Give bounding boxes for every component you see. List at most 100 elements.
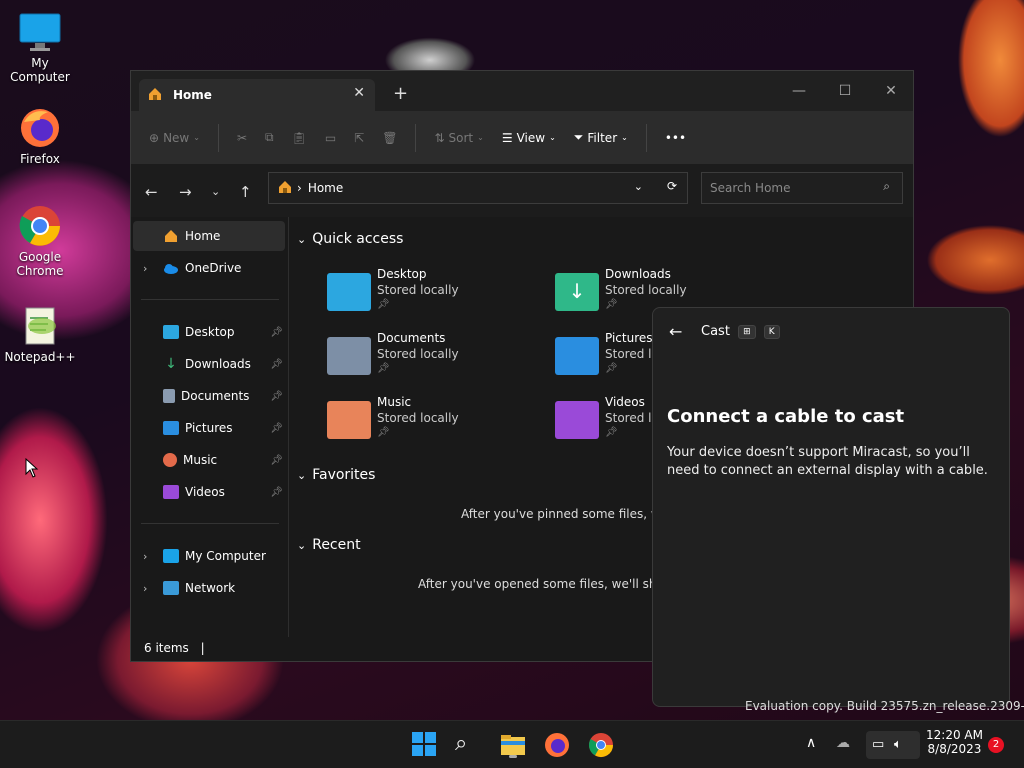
rename-icon: ▭	[324, 130, 337, 145]
chrome-icon	[18, 204, 62, 248]
nav-item-videos[interactable]: Videos 📌︎	[133, 477, 285, 507]
folder-name: Documents	[377, 331, 446, 345]
nav-item-pictures[interactable]: Pictures 📌︎	[133, 413, 285, 443]
onedrive-offline-icon[interactable]: ☁	[836, 735, 850, 751]
evaluation-watermark: Evaluation copy. Build 23575.zn_release.…	[745, 699, 1024, 713]
delete-button[interactable]: 🗑︎	[382, 131, 397, 145]
minimize-button[interactable]: —	[776, 77, 822, 105]
pin-icon: 📌︎	[605, 363, 618, 374]
file-explorer-icon[interactable]	[499, 731, 527, 759]
nav-label: Network	[185, 581, 236, 595]
view-list-icon: ☰	[501, 130, 513, 145]
chevron-right-icon[interactable]: ›	[143, 550, 147, 563]
divider	[415, 123, 417, 152]
cloud-icon	[163, 261, 179, 275]
breadcrumb-home[interactable]: Home	[308, 181, 343, 195]
section-heading: Quick access	[312, 231, 404, 247]
back-arrow-icon[interactable]: ←	[669, 322, 682, 341]
monitor-icon	[163, 549, 179, 563]
pin-icon: 📌︎	[270, 422, 283, 434]
cast-title: Cast ⊞ K	[701, 324, 780, 339]
quick-settings-button[interactable]: ▭ 🔈︎	[866, 731, 920, 759]
nav-item-onedrive[interactable]: › OneDrive	[133, 253, 285, 283]
nav-item-documents[interactable]: Documents 📌︎	[133, 381, 285, 411]
forward-arrow-icon[interactable]: →	[179, 183, 192, 201]
new-button[interactable]: ⊕ New ⌄	[149, 131, 200, 145]
more-options-button[interactable]: •••	[665, 131, 686, 145]
pin-icon: 📌︎	[377, 427, 390, 438]
chevron-down-icon: ⌄	[193, 133, 200, 142]
firefox-icon[interactable]	[543, 731, 571, 759]
share-button[interactable]: ⇱	[354, 131, 364, 145]
chevron-down-icon: ⌄	[297, 538, 307, 552]
rename-button[interactable]: ▭	[325, 131, 336, 145]
firefox-icon	[18, 106, 62, 150]
nav-item-my-computer[interactable]: › My Computer	[133, 541, 285, 571]
desktop-icon-notepadpp[interactable]: Notepad++	[0, 304, 80, 364]
up-arrow-icon[interactable]: ↑	[239, 183, 252, 201]
search-icon: ⌕	[883, 179, 890, 193]
desktop-icon-label: Firefox	[20, 152, 60, 166]
folder-status: Stored locally	[377, 411, 459, 425]
trash-icon: 🗑︎	[382, 130, 398, 145]
nav-label: OneDrive	[185, 261, 242, 275]
section-recent[interactable]: ⌄ Recent	[297, 537, 361, 553]
address-dropdown-icon[interactable]: ⌄	[634, 180, 643, 193]
view-button[interactable]: ☰ View ⌄	[502, 131, 556, 145]
copy-button[interactable]: ⧉	[265, 130, 274, 145]
chrome-icon[interactable]	[587, 731, 615, 759]
copy-icon: ⧉	[265, 130, 274, 144]
filter-button[interactable]: ⏷ Filter ⌄	[574, 130, 628, 145]
desktop-folder-icon	[327, 273, 371, 311]
view-label: View	[516, 130, 546, 145]
new-tab-button[interactable]: +	[393, 83, 408, 104]
nav-item-music[interactable]: Music 📌︎	[133, 445, 285, 475]
nav-item-desktop[interactable]: Desktop 📌︎	[133, 317, 285, 347]
folder-music[interactable]: Music Stored locally 📌︎	[327, 395, 547, 455]
desktop-icon-firefox[interactable]: Firefox	[0, 106, 80, 166]
folder-desktop[interactable]: Desktop Stored locally 📌︎	[327, 267, 547, 327]
tab-close-button[interactable]: ✕	[353, 85, 365, 101]
item-count: 6 items	[144, 641, 189, 655]
folder-name: Pictures	[605, 331, 653, 345]
show-hidden-icons-chevron-icon[interactable]: ∧	[806, 735, 816, 751]
back-arrow-icon[interactable]: ←	[145, 183, 158, 201]
nav-label: Videos	[185, 485, 225, 499]
recent-locations-chevron-icon[interactable]: ⌄	[211, 185, 220, 198]
maximize-button[interactable]: ☐	[822, 77, 868, 105]
search-icon[interactable]: ⌕	[455, 731, 483, 759]
nav-item-home[interactable]: Home	[133, 221, 285, 251]
folder-name: Desktop	[377, 267, 427, 281]
search-input[interactable]: Search Home ⌕	[701, 172, 903, 204]
tab-home[interactable]: Home ✕	[139, 79, 375, 111]
command-bar: ⊕ New ⌄ ✂ ⧉ 📋︎ ▭ ⇱ 🗑︎ ⇅ Sort ⌄ ☰ View ⌄ …	[131, 111, 913, 165]
section-quick-access[interactable]: ⌄ Quick access	[297, 231, 403, 247]
refresh-icon[interactable]: ⟳	[667, 179, 677, 193]
folder-documents[interactable]: Documents Stored locally 📌︎	[327, 331, 547, 391]
cast-title-label: Cast	[701, 324, 730, 339]
paste-button[interactable]: 📋︎	[292, 131, 307, 145]
cast-message: Your device doesn’t support Miracast, so…	[667, 445, 988, 478]
start-windows-icon[interactable]	[411, 731, 439, 759]
notepadpp-icon	[18, 304, 62, 348]
chevron-right-icon[interactable]: ›	[143, 582, 147, 595]
chevron-right-icon[interactable]: ›	[143, 262, 147, 275]
divider	[141, 299, 279, 300]
desktop-icon-my-computer[interactable]: My Computer	[0, 10, 80, 84]
sort-button[interactable]: ⇅ Sort ⌄	[434, 131, 483, 145]
nav-item-network[interactable]: › Network	[133, 573, 285, 603]
divider	[217, 123, 219, 152]
desktop-icon-chrome[interactable]: Google Chrome	[0, 204, 80, 278]
section-favorites[interactable]: ⌄ Favorites	[297, 467, 375, 483]
folder-status: Stored locally	[605, 283, 687, 297]
cut-button[interactable]: ✂	[237, 131, 247, 145]
mouse-cursor-icon	[25, 457, 39, 481]
address-bar[interactable]: › Home ⌄ ⟳	[268, 172, 688, 204]
sort-label: Sort	[448, 130, 474, 145]
clock[interactable]: 12:20 AM 8/8/2023	[926, 728, 983, 756]
notification-badge[interactable]: 2	[988, 737, 1004, 753]
video-folder-icon	[555, 401, 599, 439]
pin-icon: 📌︎	[605, 427, 618, 438]
close-button[interactable]: ✕	[868, 77, 914, 105]
nav-item-downloads[interactable]: ↓ Downloads 📌︎	[133, 349, 285, 379]
